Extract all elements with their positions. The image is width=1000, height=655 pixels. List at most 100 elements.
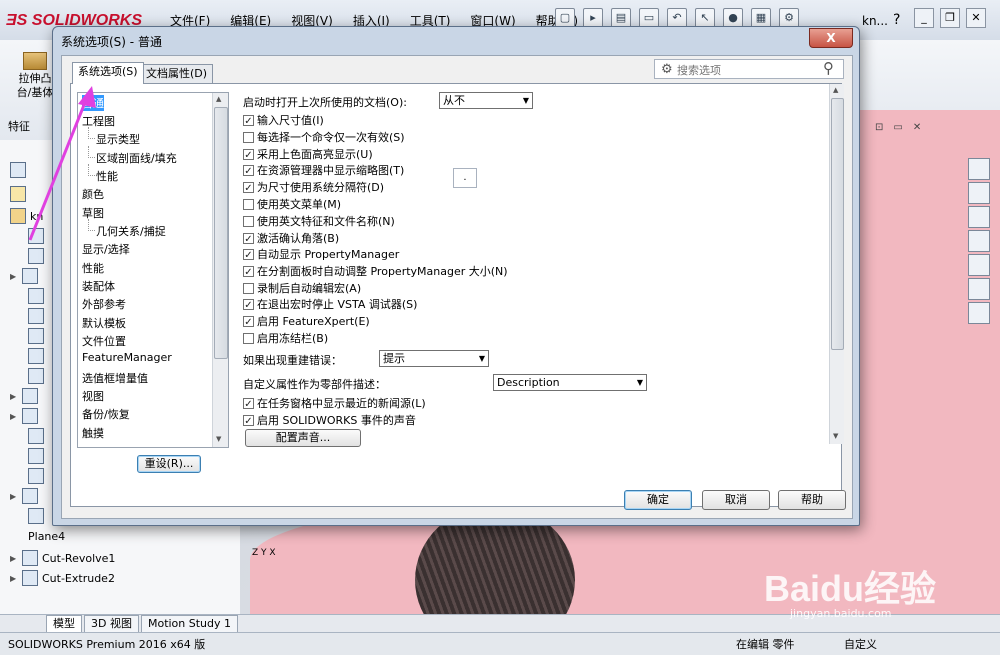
checkbox[interactable]: ✓ xyxy=(243,265,254,278)
category-general[interactable]: 普通 xyxy=(82,95,104,111)
tree-node-history-icon[interactable] xyxy=(28,228,44,244)
rebuild-error-select[interactable]: 提示 xyxy=(379,350,489,367)
tree-node-cut-extrude2[interactable]: ▶ Cut-Extrude2 xyxy=(10,570,115,586)
category-backup-recover[interactable]: 备份/恢复 xyxy=(82,406,130,422)
help-button[interactable]: 帮助 xyxy=(778,490,846,510)
dialog-close-button[interactable]: X xyxy=(809,28,853,48)
checkbox[interactable]: ✓ xyxy=(243,181,254,194)
user-label[interactable]: kn... xyxy=(862,14,888,28)
checkbox[interactable]: ✓ xyxy=(243,164,254,177)
open-icon[interactable]: ▸ xyxy=(583,8,603,28)
category-view[interactable]: 视图 xyxy=(82,388,104,404)
viewport-restore-icon[interactable]: ⊡ xyxy=(875,122,883,133)
category-external-references[interactable]: 外部参考 xyxy=(82,296,126,312)
category-file-locations[interactable]: 文件位置 xyxy=(82,333,126,349)
checkbox[interactable]: ✓ xyxy=(243,232,254,245)
options-scroll-up-icon[interactable]: ▲ xyxy=(833,86,838,94)
app-close-button[interactable]: ✕ xyxy=(966,8,986,28)
checkbox[interactable]: ✓ xyxy=(243,397,254,410)
tree-node-feature-2[interactable]: ▶ xyxy=(10,408,38,424)
save-icon[interactable]: ▤ xyxy=(611,8,631,28)
category-touch[interactable]: 触摸 xyxy=(82,425,104,441)
category-spin-box-increments[interactable]: 选值框增量值 xyxy=(82,370,148,386)
category-scrollbar[interactable]: ▲ ▼ xyxy=(212,93,228,447)
opt-single-command[interactable]: 每选择一个命令仅一次有效(S) xyxy=(243,129,405,145)
category-display-style[interactable]: 显示类型 xyxy=(88,127,140,147)
opt-auto-edit-macro[interactable]: 录制后自动编辑宏(A) xyxy=(243,280,361,296)
help-question-icon[interactable]: ? xyxy=(893,12,900,28)
scroll-down-icon[interactable]: ▼ xyxy=(216,435,221,443)
file-properties-icon[interactable]: ▦ xyxy=(751,8,771,28)
opt-auto-show-propertymanager[interactable]: ✓ 自动显示 PropertyManager xyxy=(243,246,399,262)
feature-manager-tab-icon[interactable] xyxy=(10,162,26,178)
forum-icon[interactable] xyxy=(968,302,990,324)
tree-root[interactable]: kn xyxy=(10,208,43,224)
tree-node-feature-1[interactable]: ▶ xyxy=(10,388,38,404)
print-icon[interactable]: ▭ xyxy=(639,8,659,28)
options-scroll-thumb[interactable] xyxy=(831,98,844,350)
tab-system-options[interactable]: 系统选项(S) xyxy=(72,62,144,84)
checkbox[interactable]: ✓ xyxy=(243,315,254,328)
tree-node-feature-3[interactable] xyxy=(28,428,44,444)
options-gear-icon[interactable]: ⚙ xyxy=(779,8,799,28)
configure-sounds-button[interactable]: 配置声音... xyxy=(245,429,361,447)
view-palette-icon[interactable] xyxy=(968,230,990,252)
tree-node-sensors-icon[interactable] xyxy=(28,248,44,264)
tab-features[interactable]: 特征 xyxy=(8,118,30,134)
search-gear-icon[interactable]: ⚙ xyxy=(661,62,673,77)
options-scrollbar[interactable]: ▲ ▼ xyxy=(829,84,844,444)
opt-confirmation-corner[interactable]: ✓ 激活确认角落(B) xyxy=(243,230,339,246)
category-assemblies[interactable]: 装配体 xyxy=(82,278,115,294)
file-explorer-icon[interactable] xyxy=(968,206,990,228)
separator-field[interactable]: . xyxy=(453,168,477,188)
cancel-button[interactable]: 取消 xyxy=(702,490,770,510)
opt-enable-featurexpert[interactable]: ✓ 启用 FeatureXpert(E) xyxy=(243,313,370,329)
checkbox[interactable] xyxy=(243,282,254,294)
startup-select[interactable]: 从不 xyxy=(439,92,533,109)
opt-enable-freeze-bar[interactable]: 启用冻结栏(B) xyxy=(243,330,328,346)
select-icon[interactable]: ↖ xyxy=(695,8,715,28)
home-icon[interactable] xyxy=(968,158,990,180)
category-display-selection[interactable]: 显示/选择 xyxy=(82,241,130,257)
custom-properties-icon[interactable] xyxy=(968,278,990,300)
tree-node-material-icon[interactable] xyxy=(28,288,44,304)
viewport-close-icon[interactable]: ✕ xyxy=(913,122,921,133)
category-colors[interactable]: 颜色 xyxy=(82,186,104,202)
category-default-templates[interactable]: 默认模板 xyxy=(82,315,126,331)
category-relations-snaps[interactable]: 几何关系/捕捉 xyxy=(88,219,166,239)
opt-input-dimension[interactable]: ✓ 输入尺寸值(I) xyxy=(243,112,324,128)
status-units[interactable]: 自定义 xyxy=(844,636,877,652)
tree-node-right-plane-icon[interactable] xyxy=(28,348,44,364)
category-drawings[interactable]: 工程图 xyxy=(82,113,115,129)
new-document-icon[interactable]: ▢ xyxy=(555,8,575,28)
tab-model[interactable]: 模型 xyxy=(46,614,82,633)
opt-auto-size-propertymanager[interactable]: ✓ 在分割面板时自动调整 PropertyManager 大小(N) xyxy=(243,263,508,279)
category-performance[interactable]: 性能 xyxy=(82,260,104,276)
tree-node-top-plane-icon[interactable] xyxy=(28,328,44,344)
tab-document-properties[interactable]: 文档属性(D) xyxy=(140,64,214,83)
tab-3d-view[interactable]: 3D 视图 xyxy=(84,614,139,633)
checkbox[interactable] xyxy=(243,198,254,210)
tree-node-feature-4[interactable] xyxy=(28,448,44,464)
checkbox[interactable]: ✓ xyxy=(243,414,254,427)
checkbox[interactable] xyxy=(243,215,254,227)
opt-english-feature-names[interactable]: 使用英文特征和文件名称(N) xyxy=(243,213,395,229)
filter-icon[interactable] xyxy=(10,186,26,202)
rebuild-icon[interactable]: ● xyxy=(723,8,743,28)
tree-node-feature-5[interactable] xyxy=(28,468,44,484)
opt-stop-vsta-debugger[interactable]: ✓ 在退出宏时停止 VSTA 调试器(S) xyxy=(243,296,417,312)
category-drawings-performance[interactable]: 性能 xyxy=(88,164,118,184)
reset-button[interactable]: 重设(R)... xyxy=(137,455,201,473)
checkbox[interactable]: ✓ xyxy=(243,148,254,161)
opt-show-thumbnails[interactable]: ✓ 在资源管理器中显示缩略图(T) xyxy=(243,162,404,178)
scroll-up-icon[interactable]: ▲ xyxy=(216,95,221,103)
checkbox[interactable] xyxy=(243,332,254,344)
category-scroll-thumb[interactable] xyxy=(214,107,228,359)
checkbox[interactable]: ✓ xyxy=(243,114,254,127)
restore-button[interactable]: ❐ xyxy=(940,8,960,28)
checkbox[interactable] xyxy=(243,131,254,143)
ok-button[interactable]: 确定 xyxy=(624,490,692,510)
tree-node-annotations[interactable]: ▶ xyxy=(10,268,38,284)
undo-icon[interactable]: ↶ xyxy=(667,8,687,28)
tree-node-plane4[interactable]: Plane4 xyxy=(28,530,65,543)
